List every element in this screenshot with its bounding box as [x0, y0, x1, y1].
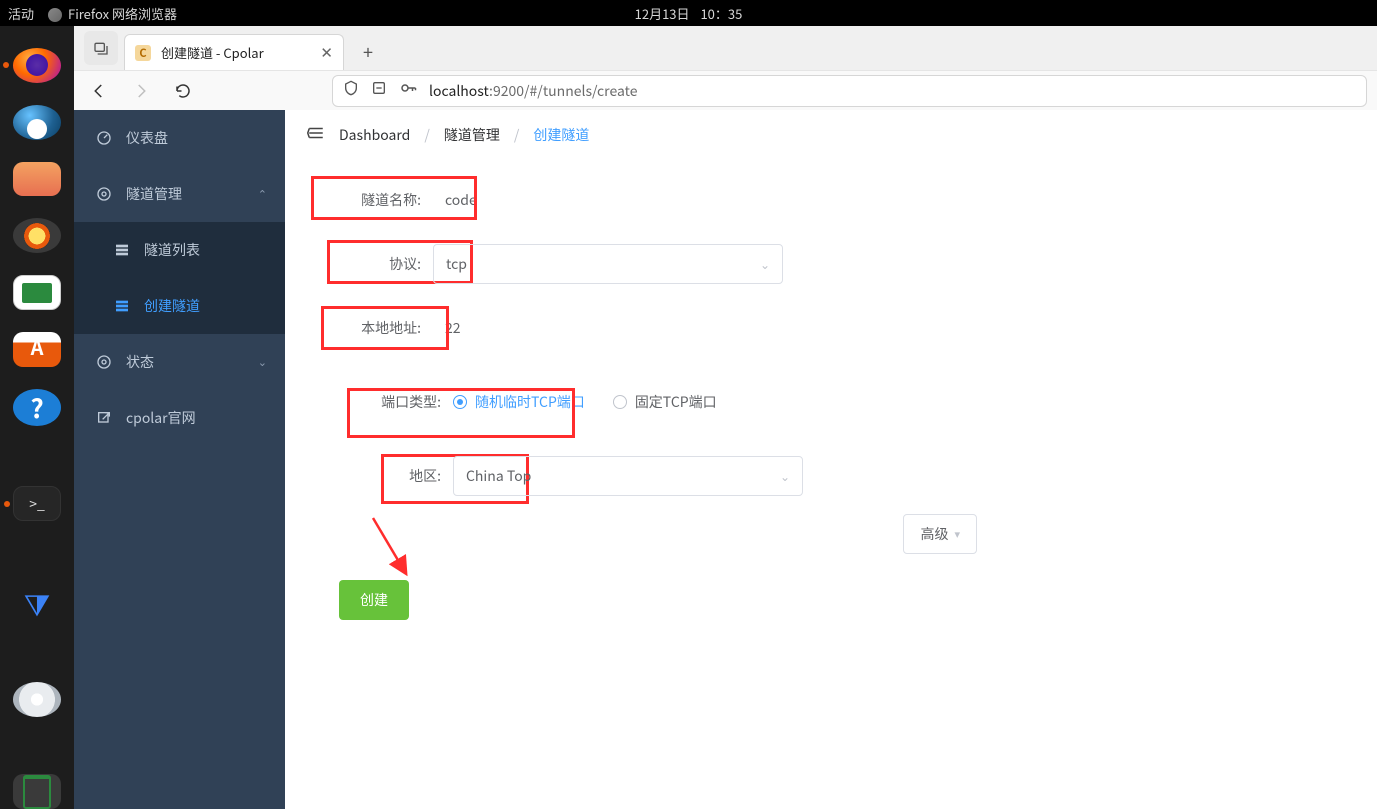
dock-vscode-icon[interactable]: ⧩ — [13, 581, 61, 625]
tunnel-name-label: 隧道名称: — [325, 190, 433, 210]
sidebar-official-label: cpolar官网 — [126, 408, 196, 428]
sidebar-item-tunnel-mgmt[interactable]: 隧道管理 ⌃ — [74, 166, 285, 222]
key-icon[interactable] — [399, 79, 417, 102]
dock-software-icon[interactable] — [13, 332, 61, 367]
cpolar-main: Dashboard / 隧道管理 / 创建隧道 隧道名称: 协议: tcp ⌄ — [285, 110, 1377, 809]
region-label: 地区: — [325, 466, 453, 486]
nav-forward-button[interactable] — [126, 76, 156, 106]
cpolar-sidebar: 仪表盘 隧道管理 ⌃ 隧道列表 创建隧道 状态 ⌄ cpolar官网 — [74, 110, 285, 809]
status-icon — [96, 354, 112, 370]
sidebar-item-dashboard[interactable]: 仪表盘 — [74, 110, 285, 166]
tab-title: 创建隧道 - Cpolar — [161, 43, 264, 62]
tracking-shield-icon[interactable] — [343, 80, 359, 101]
dock-thunderbird-icon[interactable] — [13, 105, 61, 140]
sidebar-item-tunnel-create[interactable]: 创建隧道 — [74, 278, 285, 334]
create-button[interactable]: 创建 — [339, 580, 409, 620]
external-link-icon — [96, 410, 112, 426]
row-local-address: 本地地址: — [325, 296, 1337, 360]
dock-libreoffice-icon[interactable] — [13, 275, 61, 310]
sidebar-tunnel-mgmt-label: 隧道管理 — [126, 184, 182, 204]
recent-views-icon — [93, 40, 109, 56]
chevron-up-icon: ⌃ — [258, 186, 267, 202]
tab-favicon-icon: C — [135, 45, 151, 61]
caret-down-icon: ▾ — [954, 526, 960, 542]
activities-button[interactable]: 活动 — [8, 4, 34, 23]
sidebar-dashboard-label: 仪表盘 — [126, 128, 168, 148]
active-app-indicator[interactable]: Firefox 网络浏览器 — [48, 4, 177, 23]
region-select[interactable]: China Top ⌄ — [453, 456, 803, 496]
tab-close-button[interactable]: ✕ — [320, 42, 333, 63]
crumb-tunnel-create: 创建隧道 — [533, 125, 589, 145]
clock[interactable]: 12月13日 10：35 — [635, 4, 743, 23]
caret-down-icon: ⌄ — [780, 468, 790, 485]
sidebar-tunnel-create-label: 创建隧道 — [144, 296, 200, 316]
crumb-tunnel-mgmt[interactable]: 隧道管理 — [444, 125, 500, 145]
crumb-dashboard[interactable]: Dashboard — [339, 125, 410, 145]
radio-dot-off-icon — [613, 395, 627, 409]
protocol-value: tcp — [446, 254, 467, 274]
port-type-fixed-radio[interactable]: 固定TCP端口 — [613, 392, 717, 412]
nav-back-button[interactable] — [84, 76, 114, 106]
tunnel-icon — [96, 186, 112, 202]
tunnel-form: 隧道名称: 协议: tcp ⌄ 本地地址: 端口类型: 随机临时TCP端口 — [285, 160, 1377, 620]
address-bar[interactable]: localhost:9200/#/tunnels/create — [332, 75, 1367, 107]
dock-rhythmbox-icon[interactable] — [13, 218, 61, 253]
permissions-icon[interactable] — [371, 80, 387, 101]
firefox-glyph-icon — [48, 8, 62, 22]
dock-disc-icon[interactable] — [13, 682, 61, 717]
radio-dot-on-icon — [453, 395, 467, 409]
sidebar-item-status[interactable]: 状态 ⌄ — [74, 334, 285, 390]
create-area: 创建 — [339, 580, 1337, 620]
crumb-sep: / — [424, 125, 430, 145]
hamburger-toggle-icon[interactable] — [307, 124, 325, 147]
page-content: 仪表盘 隧道管理 ⌃ 隧道列表 创建隧道 状态 ⌄ cpolar官网 Dashb — [74, 110, 1377, 809]
nav-reload-button[interactable] — [168, 76, 198, 106]
list-icon — [114, 242, 130, 258]
firefox-window-chrome: C 创建隧道 - Cpolar ✕ + localhost:9200/#/tun… — [74, 26, 1377, 111]
port-type-label: 端口类型: — [325, 392, 453, 412]
row-port-type: 端口类型: 随机临时TCP端口 固定TCP端口 — [325, 360, 1337, 444]
port-type-random-label: 随机临时TCP端口 — [475, 392, 585, 412]
url-text: localhost:9200/#/tunnels/create — [429, 81, 638, 101]
dock-terminal-icon[interactable] — [13, 486, 61, 521]
recent-views-button[interactable] — [84, 31, 118, 65]
protocol-label: 协议: — [325, 254, 433, 274]
local-address-input[interactable] — [433, 308, 477, 348]
reload-icon — [174, 82, 192, 100]
row-protocol: 协议: tcp ⌄ — [325, 232, 1337, 296]
ubuntu-dock: ⧩ — [0, 26, 74, 809]
dock-files-icon[interactable] — [13, 162, 61, 197]
create-icon — [114, 298, 130, 314]
arrow-left-icon — [90, 82, 108, 100]
arrow-right-icon — [132, 82, 150, 100]
region-value: China Top — [466, 466, 531, 486]
sidebar-status-label: 状态 — [126, 352, 154, 372]
new-tab-button[interactable]: + — [352, 36, 384, 68]
gnome-top-bar: 活动 Firefox 网络浏览器 12月13日 10：35 — [0, 0, 1377, 26]
caret-down-icon: ⌄ — [760, 256, 770, 273]
advanced-row: 高级 ▾ — [325, 514, 1337, 554]
dock-help-icon[interactable] — [13, 389, 61, 426]
port-type-random-radio[interactable]: 随机临时TCP端口 — [453, 392, 585, 412]
sidebar-tunnel-list-label: 隧道列表 — [144, 240, 200, 260]
chevron-down-icon: ⌄ — [258, 354, 267, 370]
row-tunnel-name: 隧道名称: — [325, 168, 1337, 232]
sidebar-item-official[interactable]: cpolar官网 — [74, 390, 285, 446]
browser-tab[interactable]: C 创建隧道 - Cpolar ✕ — [124, 34, 344, 70]
advanced-button[interactable]: 高级 ▾ — [903, 514, 977, 554]
port-type-fixed-label: 固定TCP端口 — [635, 392, 717, 412]
firefox-tab-bar: C 创建隧道 - Cpolar ✕ + — [74, 26, 1377, 70]
dock-trash-icon[interactable] — [13, 774, 61, 809]
row-region: 地区: China Top ⌄ — [325, 444, 1337, 508]
breadcrumb-bar: Dashboard / 隧道管理 / 创建隧道 — [285, 110, 1377, 160]
crumb-sep: / — [514, 125, 520, 145]
sidebar-item-tunnel-list[interactable]: 隧道列表 — [74, 222, 285, 278]
dashboard-icon — [96, 130, 112, 146]
local-address-label: 本地地址: — [325, 318, 433, 338]
tunnel-name-input[interactable] — [433, 180, 493, 220]
firefox-toolbar: localhost:9200/#/tunnels/create — [74, 70, 1377, 110]
protocol-select[interactable]: tcp ⌄ — [433, 244, 783, 284]
dock-firefox-icon[interactable] — [13, 48, 61, 83]
